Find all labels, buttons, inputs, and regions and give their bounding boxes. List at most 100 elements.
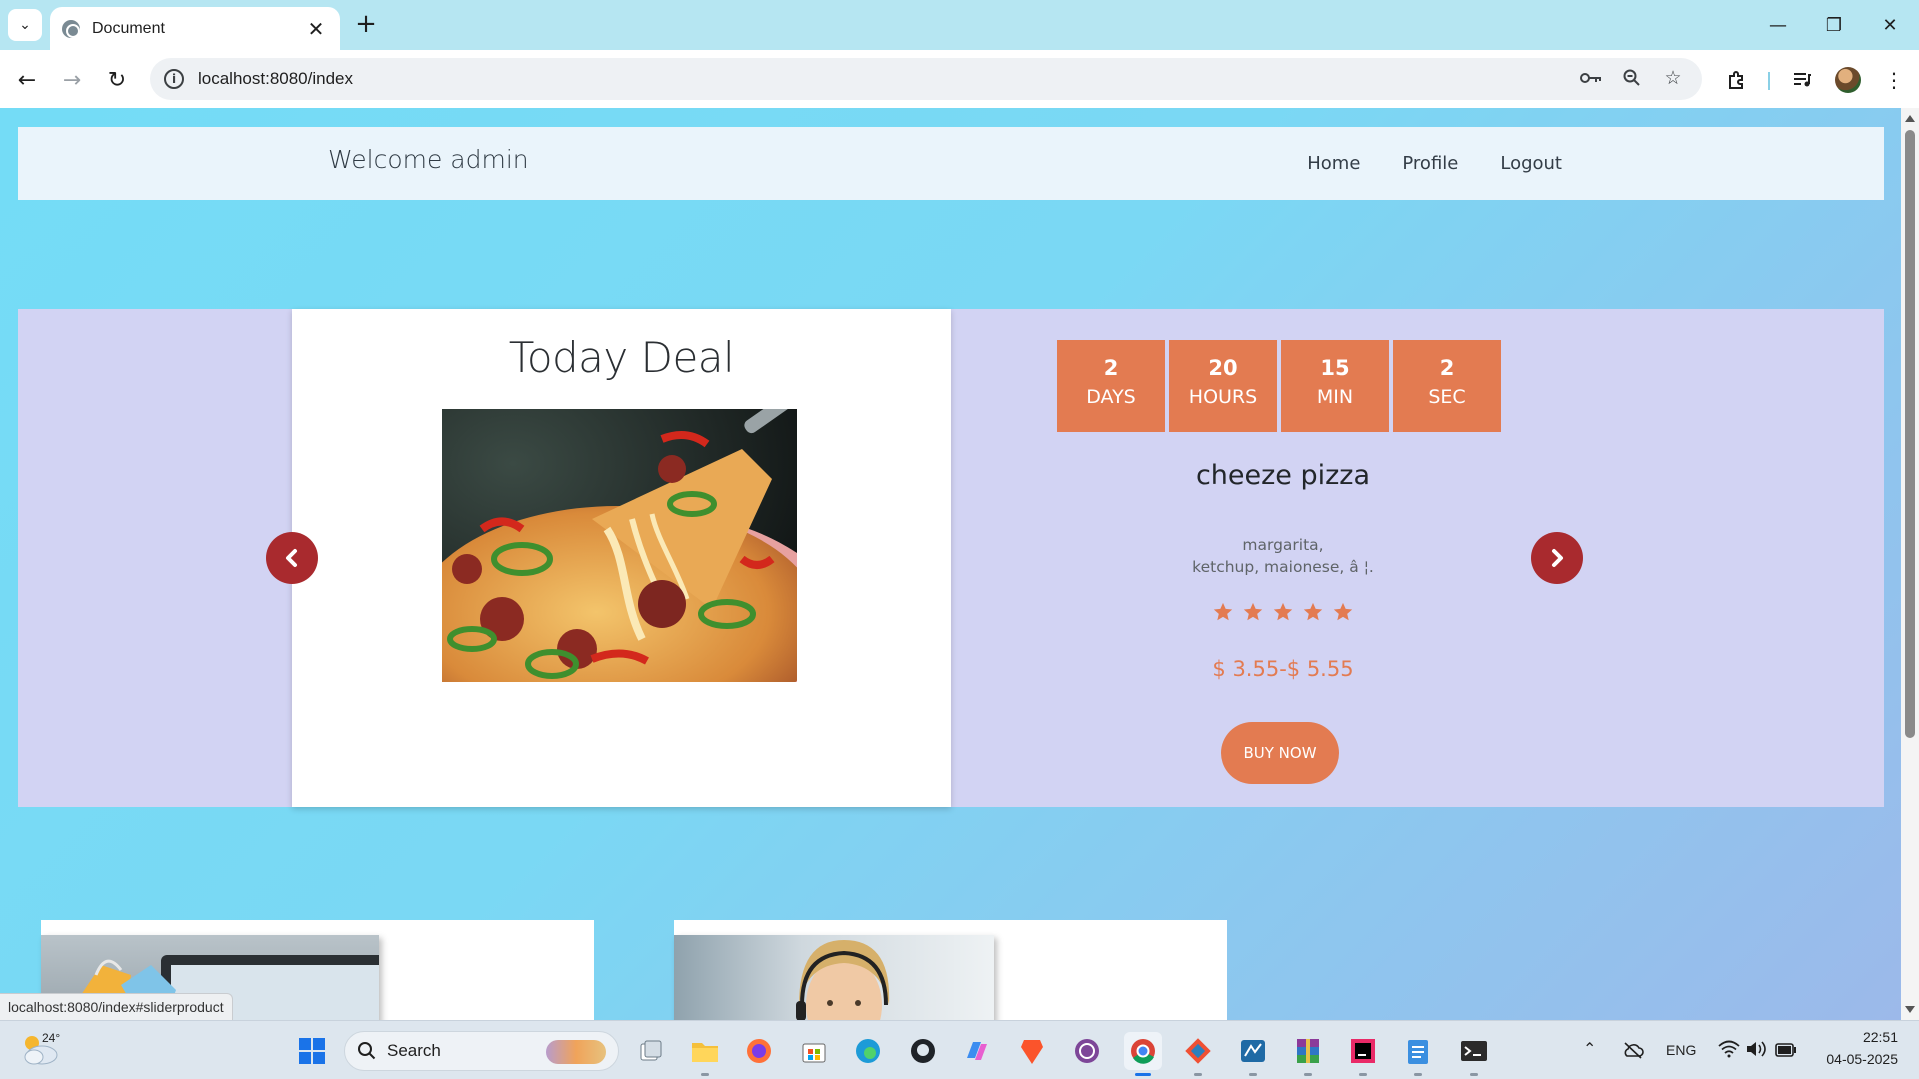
browser-tab[interactable]: Document ✕ (50, 7, 340, 50)
countdown-days: 2 DAYS (1057, 340, 1165, 432)
nav-home-link[interactable]: Home (1307, 153, 1360, 174)
tab-title: Document (92, 19, 165, 37)
task-view-app[interactable] (632, 1032, 670, 1070)
address-url: localhost:8080/index (198, 69, 354, 88)
mysql-workbench-app[interactable] (1234, 1032, 1272, 1076)
clock-time[interactable]: 22:51 (1818, 1029, 1898, 1045)
chevron-down-icon: ⌄ (19, 17, 31, 33)
chevron-left-icon (286, 549, 297, 567)
password-key-icon[interactable] (1574, 61, 1608, 95)
scroll-down-icon[interactable] (1905, 1006, 1915, 1013)
countdown-sec: 2 SEC (1393, 340, 1501, 432)
intellij-icon (1351, 1039, 1375, 1063)
page-scrollbar[interactable] (1901, 108, 1919, 1020)
star-icon (1213, 602, 1233, 621)
countdown-sec-label: SEC (1428, 386, 1466, 408)
profile-avatar[interactable] (1830, 63, 1866, 97)
star-icon (1273, 602, 1293, 621)
site-header: Welcome admin Home Profile Logout (18, 127, 1884, 200)
deal-title: Today Deal (508, 333, 735, 382)
weather-temp: 24° (42, 1031, 61, 1045)
promo-card-support[interactable] (674, 920, 1227, 1020)
start-button[interactable] (293, 1032, 331, 1070)
git-icon (1185, 1038, 1211, 1064)
tab-search-button[interactable]: ⌄ (8, 9, 42, 41)
git-app[interactable] (1179, 1032, 1217, 1076)
countdown-hours: 20 HOURS (1169, 340, 1277, 432)
countdown-min: 15 MIN (1281, 340, 1389, 432)
forward-button[interactable]: → (55, 63, 89, 97)
weather-widget[interactable]: 24° (20, 1031, 64, 1071)
edge-icon (856, 1039, 880, 1063)
scrollbar-thumb[interactable] (1905, 130, 1915, 738)
cloud-offline-icon[interactable] (1622, 1041, 1644, 1063)
media-control-icon[interactable] (1784, 63, 1820, 97)
chrome-icon (1131, 1039, 1155, 1064)
more-menu-icon[interactable]: ⋮ (1876, 63, 1912, 97)
store-icon (802, 1043, 826, 1063)
restore-button[interactable]: ❐ (1806, 0, 1862, 50)
store-app[interactable] (795, 1032, 833, 1070)
windows-icon (299, 1038, 325, 1064)
product-description: margarita, ketchup, maionese, â ¦. (1023, 534, 1543, 578)
intellij-app[interactable] (1344, 1032, 1382, 1076)
edge-app[interactable] (849, 1032, 887, 1070)
firefox-icon (747, 1039, 771, 1063)
wifi-icon[interactable] (1718, 1040, 1740, 1062)
back-button[interactable]: ← (10, 63, 44, 97)
countdown-hours-label: HOURS (1188, 386, 1258, 408)
file-explorer-app[interactable] (686, 1032, 724, 1076)
countdown-hours-value: 20 (1208, 356, 1238, 380)
taskbar-search[interactable]: Search (344, 1031, 619, 1071)
tor-app[interactable] (1068, 1032, 1106, 1070)
terminal-icon (1461, 1041, 1487, 1061)
copilot-icon (967, 1042, 987, 1060)
nav-logout-link[interactable]: Logout (1500, 153, 1562, 174)
database-icon (1241, 1040, 1265, 1062)
address-bar[interactable]: i localhost:8080/index (150, 58, 1702, 100)
chrome-app[interactable] (1124, 1032, 1162, 1076)
folder-icon (692, 1043, 718, 1062)
reload-button[interactable]: ↻ (100, 63, 134, 97)
product-name: cheeze pizza (1195, 460, 1371, 491)
clock-date[interactable]: 04-05-2025 (1808, 1051, 1898, 1067)
new-tab-button[interactable]: + (350, 8, 382, 40)
tray-chevron-icon[interactable]: ⌃ (1583, 1039, 1596, 1059)
volume-icon[interactable] (1745, 1040, 1767, 1062)
task-view-icon (640, 1040, 662, 1061)
taskbar-search-label: Search (387, 1041, 441, 1060)
buy-now-button[interactable]: BUY NOW (1221, 722, 1339, 784)
deal-card: Today Deal (292, 309, 951, 807)
github-app[interactable] (904, 1032, 942, 1070)
notepad-app[interactable] (1399, 1032, 1437, 1076)
firefox-app[interactable] (740, 1032, 778, 1070)
support-agent-image (674, 935, 994, 1020)
close-tab-icon[interactable]: ✕ (304, 17, 328, 41)
toolbar-divider (1768, 72, 1770, 90)
terminal-app[interactable] (1455, 1032, 1493, 1076)
globe-icon (62, 19, 80, 38)
winrar-app[interactable] (1289, 1032, 1327, 1076)
countdown-sec-value: 2 (1439, 356, 1455, 380)
brave-app[interactable] (1013, 1032, 1051, 1070)
minimize-button[interactable]: — (1750, 0, 1806, 50)
site-info-icon[interactable]: i (164, 69, 184, 89)
link-status-bubble: localhost:8080/index#sliderproduct (0, 993, 233, 1020)
star-icon (1333, 602, 1353, 621)
slider-prev-button[interactable] (266, 532, 318, 584)
deal-slider: Today Deal 2 DAYS 20 HOURS 15 MIN 2 SEC … (18, 309, 1884, 807)
zoom-icon[interactable] (1615, 61, 1649, 95)
bookmark-star-icon[interactable]: ☆ (1656, 61, 1690, 95)
product-rating (1023, 601, 1543, 623)
copilot-app[interactable] (958, 1032, 996, 1070)
scroll-up-icon[interactable] (1905, 115, 1915, 122)
tor-icon (1075, 1039, 1099, 1063)
extensions-icon[interactable] (1719, 63, 1755, 97)
page-viewport: Welcome admin Home Profile Logout Today … (0, 108, 1901, 1020)
nav-profile-link[interactable]: Profile (1402, 153, 1458, 174)
chevron-right-icon (1552, 549, 1563, 567)
language-indicator[interactable]: ENG (1666, 1042, 1696, 1058)
battery-icon[interactable] (1775, 1042, 1797, 1061)
deal-countdown: 2 DAYS 20 HOURS 15 MIN 2 SEC (1057, 340, 1501, 432)
close-window-button[interactable]: ✕ (1862, 0, 1918, 50)
